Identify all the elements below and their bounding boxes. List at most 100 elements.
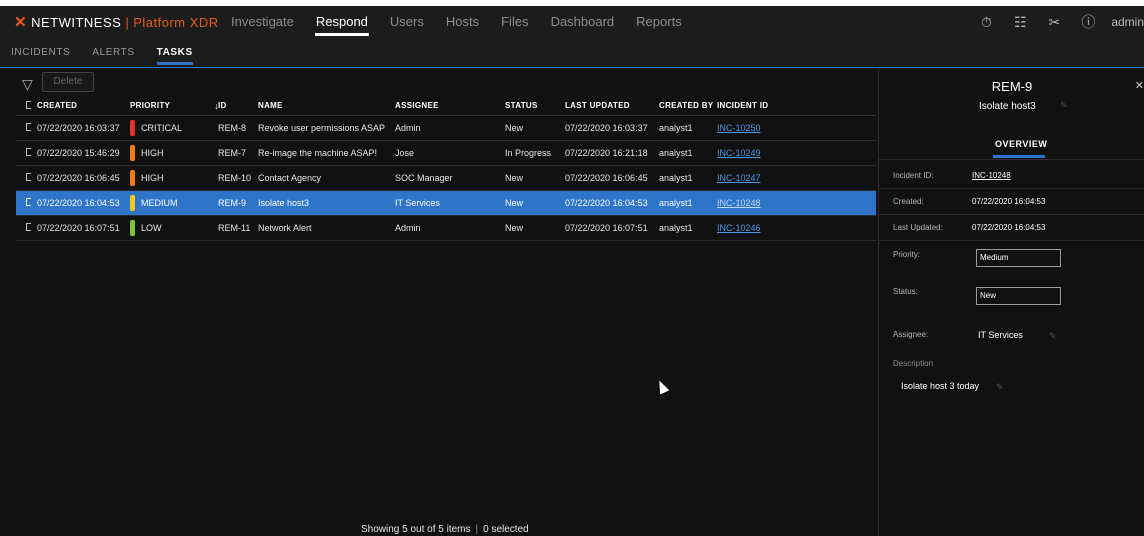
priority-indicator: [130, 195, 135, 211]
tab-incidents[interactable]: INCIDENTS: [0, 38, 81, 67]
status-cell: New: [505, 123, 524, 133]
tasks-table: CREATED PRIORITY ↓ ID NAME ASSIGNEE STAT…: [16, 96, 876, 241]
description-value: Isolate host 3 today: [901, 381, 980, 391]
table-row[interactable]: 07/22/2020 16:06:45 HIGH REM-10 Contact Age…: [16, 166, 876, 191]
table-body: 07/22/2020 16:03:37 CRITICAL REM-8 Revoke u…: [16, 116, 876, 241]
close-icon[interactable]: ✕: [1135, 79, 1144, 92]
priority-label: HIGH: [141, 148, 164, 158]
edit-description-pencil-icon[interactable]: ✎: [996, 382, 1004, 393]
tab-tasks[interactable]: TASKS: [146, 38, 204, 67]
status-select[interactable]: New: [976, 287, 1061, 305]
user-menu[interactable]: admin: [1111, 15, 1144, 29]
created-cell: 07/22/2020 15:46:29: [37, 148, 120, 158]
created-by-cell: analyst1: [659, 223, 693, 233]
priority-indicator: [130, 120, 135, 136]
table-row[interactable]: 07/22/2020 16:07:51 LOW REM-11 Network Aler…: [16, 216, 876, 241]
field-divider: [879, 188, 1144, 189]
name-cell: Revoke user permissions ASAP: [258, 123, 386, 133]
col-id[interactable]: ID: [218, 101, 258, 110]
nav-reports[interactable]: Reports: [625, 6, 693, 38]
description-label: Description: [893, 359, 934, 368]
help-icon[interactable]: ⓘ: [1071, 12, 1105, 32]
row-checkbox[interactable]: [16, 198, 31, 208]
priority-label: Priority:: [893, 250, 921, 259]
assignee-label: Assignee:: [893, 330, 929, 339]
row-checkbox[interactable]: [16, 148, 31, 158]
col-created-by[interactable]: CREATED BY: [659, 101, 717, 110]
table-row[interactable]: 07/22/2020 15:46:29 HIGH REM-7 Re-image the…: [16, 141, 876, 166]
incident-id-link[interactable]: INC-10248: [717, 198, 761, 208]
nav-hosts[interactable]: Hosts: [435, 6, 490, 38]
last-updated-label: Last Updated:: [893, 223, 943, 232]
col-assignee[interactable]: ASSIGNEE: [395, 101, 505, 110]
assignee-cell: Admin: [395, 223, 421, 233]
name-cell: Network Alert: [258, 223, 312, 233]
last-updated-value: 07/22/2020 16:04:53: [972, 223, 1046, 232]
last-updated-cell: 07/22/2020 16:04:53: [565, 198, 648, 208]
row-checkbox[interactable]: [16, 123, 31, 133]
priority-label: LOW: [141, 223, 162, 233]
priority-label: CRITICAL: [141, 123, 183, 133]
name-cell: Contact Agency: [258, 173, 322, 183]
incident-id-link[interactable]: INC-10246: [717, 223, 761, 233]
sub-tabs: INCIDENTS ALERTS TASKS: [0, 38, 1144, 68]
edit-assignee-pencil-icon[interactable]: ✎: [1049, 331, 1057, 342]
table-row[interactable]: 07/22/2020 16:04:53 MEDIUM REM-9 Isolate ho…: [16, 191, 876, 216]
priority-select[interactable]: Medium: [976, 249, 1061, 267]
task-detail-panel: REM-9 ✕ Isolate host3 ✎ OVERVIEW Inciden…: [878, 69, 1144, 536]
tab-alerts[interactable]: ALERTS: [81, 38, 145, 67]
last-updated-cell: 07/22/2020 16:07:51: [565, 223, 648, 233]
id-cell: REM-11: [218, 223, 251, 233]
priority-cell: LOW: [130, 220, 218, 236]
brand-logo[interactable]: ✕ NETWITNESS | Platform XDR: [14, 13, 219, 31]
top-bar: ✕ NETWITNESS | Platform XDR Investigate …: [0, 6, 1144, 38]
row-checkbox[interactable]: [16, 173, 31, 183]
created-value: 07/22/2020 16:04:53: [972, 197, 1046, 206]
incident-id-label: Incident ID:: [893, 171, 934, 180]
col-priority[interactable]: PRIORITY ↓: [130, 101, 218, 111]
selected-count: 0 selected: [483, 524, 529, 535]
col-status[interactable]: STATUS: [505, 101, 565, 110]
incident-id-link[interactable]: INC-10250: [717, 123, 761, 133]
incident-id-cell: INC-10250: [717, 123, 797, 133]
priority-label: HIGH: [141, 173, 164, 183]
created-by-cell: analyst1: [659, 148, 693, 158]
status-cell: New: [505, 223, 524, 233]
nav-respond[interactable]: Respond: [305, 6, 379, 38]
col-last-updated[interactable]: LAST UPDATED: [565, 101, 659, 110]
mouse-cursor-icon: [654, 378, 670, 395]
col-priority-label: PRIORITY: [130, 101, 171, 110]
select-all-checkbox[interactable]: [16, 100, 31, 111]
created-by-cell: analyst1: [659, 173, 693, 183]
nav-users[interactable]: Users: [379, 6, 435, 38]
incident-id-link[interactable]: INC-10248: [972, 171, 1011, 180]
stopwatch-icon[interactable]: ⏱: [969, 14, 1003, 31]
panel-divider: [879, 159, 1144, 160]
brand-separator: |: [125, 14, 130, 30]
col-incident-id[interactable]: INCIDENT ID: [717, 101, 797, 110]
filter-icon[interactable]: ▽: [22, 76, 33, 93]
top-icons: ⏱ ☷ ✂ ⓘ admin: [969, 6, 1144, 38]
table-row[interactable]: 07/22/2020 16:03:37 CRITICAL REM-8 Revoke u…: [16, 116, 876, 141]
edit-name-pencil-icon[interactable]: ✎: [1060, 100, 1068, 111]
created-cell: 07/22/2020 16:06:45: [37, 173, 120, 183]
brand-name: NETWITNESS: [31, 14, 122, 30]
last-updated-cell: 07/22/2020 16:06:45: [565, 173, 648, 183]
col-created[interactable]: CREATED: [31, 101, 130, 110]
created-cell: 07/22/2020 16:07:51: [37, 223, 120, 233]
nav-investigate[interactable]: Investigate: [220, 6, 305, 38]
delete-button[interactable]: Delete: [42, 72, 94, 92]
row-checkbox[interactable]: [16, 223, 31, 233]
incident-id-cell: INC-10249: [717, 148, 797, 158]
field-divider: [879, 240, 1144, 241]
tools-icon[interactable]: ✂: [1037, 14, 1071, 31]
nav-dashboard[interactable]: Dashboard: [540, 6, 626, 38]
tab-overview[interactable]: OVERVIEW: [995, 139, 1047, 149]
incident-id-link[interactable]: INC-10249: [717, 148, 761, 158]
netwitness-x-logo-icon: ✕: [14, 14, 28, 31]
created-cell: 07/22/2020 16:03:37: [37, 123, 120, 133]
incident-id-link[interactable]: INC-10247: [717, 173, 761, 183]
nav-files[interactable]: Files: [490, 6, 539, 38]
col-name[interactable]: NAME: [258, 101, 395, 110]
settings-panel-icon[interactable]: ☷: [1003, 14, 1037, 31]
